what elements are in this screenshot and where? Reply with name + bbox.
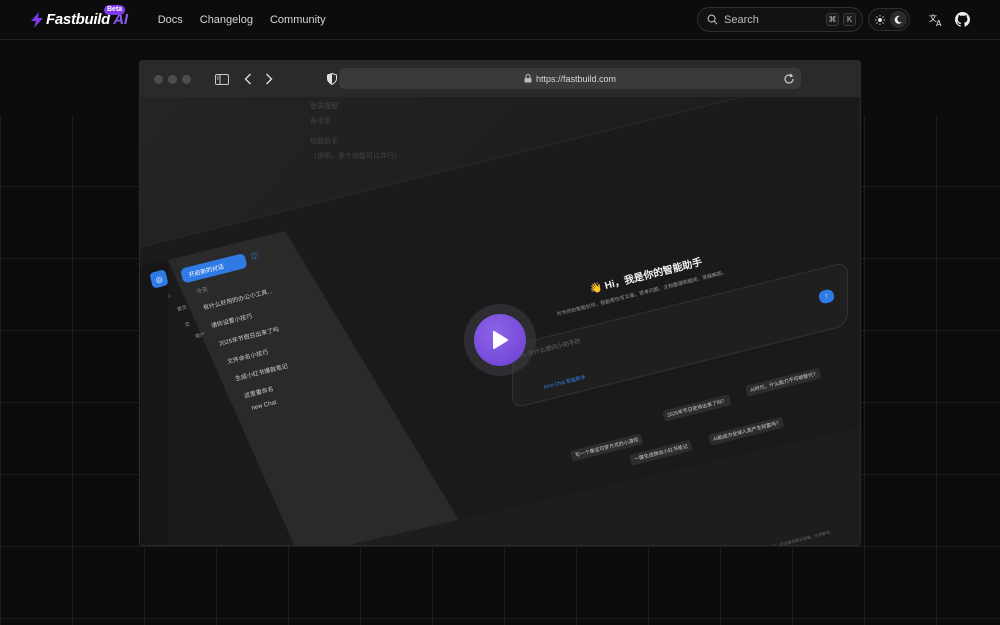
browser-mockup: https://fastbuild.com 登录提醒 命令菜 功能助手 （说明，… xyxy=(139,60,861,546)
reload-icon[interactable] xyxy=(783,72,795,90)
app-preview: 登录提醒 命令菜 功能助手 （说明，多个功能可以并行） ◎ ⌂ 首页 文 用户 … xyxy=(140,97,860,545)
nav-community[interactable]: Community xyxy=(270,14,326,26)
sun-icon[interactable] xyxy=(872,11,889,28)
bolt-icon xyxy=(31,11,43,28)
nav-changelog[interactable]: Changelog xyxy=(200,14,253,26)
shield-icon[interactable] xyxy=(327,73,337,85)
github-icon[interactable] xyxy=(954,12,970,28)
nav-right: Search ⌘ K 文A xyxy=(697,7,970,32)
svg-text:A: A xyxy=(936,19,942,27)
back-icon[interactable] xyxy=(244,73,252,85)
play-icon xyxy=(493,331,508,349)
play-video-button[interactable] xyxy=(464,304,536,376)
play-button-core[interactable] xyxy=(474,314,526,366)
search-icon xyxy=(707,14,718,25)
moon-icon[interactable] xyxy=(889,11,907,28)
address-bar[interactable]: https://fastbuild.com xyxy=(339,68,801,89)
sidebar-toggle-icon[interactable] xyxy=(215,73,229,85)
forward-icon[interactable] xyxy=(265,73,273,85)
lock-icon xyxy=(524,74,532,83)
window-maximize-dot[interactable] xyxy=(182,74,191,84)
translate-icon[interactable]: 文A xyxy=(928,12,944,28)
beta-badge: Beta xyxy=(104,5,126,15)
logo[interactable]: Fastbuild AI Beta xyxy=(30,5,128,28)
kbd-k: K xyxy=(843,13,856,26)
faded-menu: 登录提醒 命令菜 功能助手 （说明，多个功能可以并行） xyxy=(310,103,401,160)
search-button[interactable]: Search ⌘ K xyxy=(697,7,863,32)
window-minimize-dot[interactable] xyxy=(168,74,177,84)
kbd-command: ⌘ xyxy=(826,13,839,26)
search-label: Search xyxy=(724,13,759,26)
window-close-dot[interactable] xyxy=(154,74,163,84)
nav-docs[interactable]: Docs xyxy=(158,14,183,26)
url-text: https://fastbuild.com xyxy=(535,73,617,84)
theme-toggle[interactable] xyxy=(868,8,910,31)
browser-toolbar: https://fastbuild.com xyxy=(140,61,860,97)
top-navbar: Fastbuild AI Beta Docs Changelog Communi… xyxy=(0,0,1000,40)
